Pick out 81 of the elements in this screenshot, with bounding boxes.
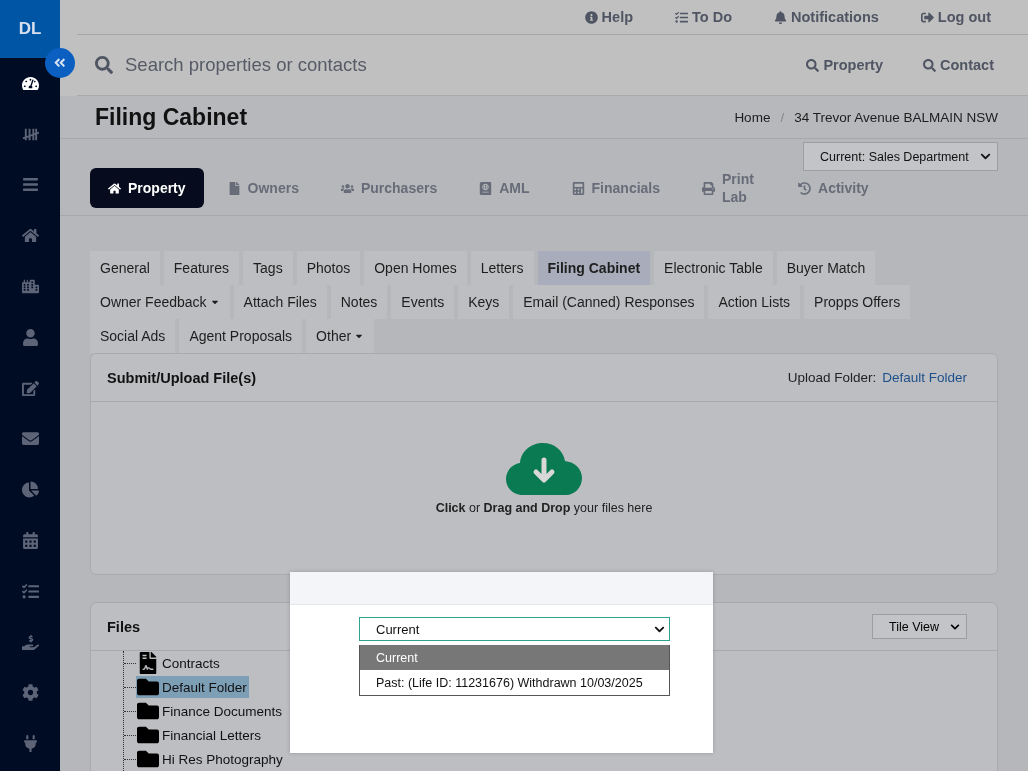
user-initials: DL bbox=[0, 0, 60, 58]
section-tab[interactable]: Propps Offers bbox=[804, 285, 911, 319]
section-tab[interactable]: Open Homes bbox=[364, 251, 467, 285]
settings-icon bbox=[21, 684, 39, 702]
breadcrumb-link[interactable]: Home bbox=[734, 109, 771, 125]
pie-chart-icon bbox=[21, 481, 39, 499]
module-tab[interactable]: Property bbox=[90, 168, 204, 209]
page-title: Filing Cabinet bbox=[95, 103, 248, 131]
folder-tree-item[interactable]: Finance Documents bbox=[136, 700, 285, 722]
life-select[interactable]: Current bbox=[359, 617, 670, 641]
info-icon bbox=[584, 10, 598, 24]
hand-coin-icon bbox=[21, 633, 39, 651]
section-tab[interactable]: Social Ads bbox=[90, 319, 176, 353]
envelope-icon bbox=[21, 430, 39, 448]
top-nav-link[interactable]: Notifications bbox=[774, 9, 879, 25]
folder-icon bbox=[136, 724, 160, 746]
section-tab[interactable]: Filing Cabinet bbox=[537, 251, 651, 285]
panel-title: Submit/Upload File(s) bbox=[107, 369, 257, 386]
section-tab[interactable]: Owner Feedback bbox=[90, 285, 230, 319]
search-icon bbox=[806, 58, 820, 72]
section-tab[interactable]: Email (Canned) Responses bbox=[513, 285, 705, 319]
dropdown-option[interactable]: Current bbox=[360, 645, 669, 670]
section-tab[interactable]: Keys bbox=[458, 285, 510, 319]
section-tab[interactable]: Action Lists bbox=[708, 285, 801, 319]
file-icon bbox=[227, 181, 241, 195]
section-tab[interactable]: Letters bbox=[470, 251, 534, 285]
history-icon bbox=[798, 181, 811, 195]
top-nav-link[interactable]: To Do bbox=[675, 9, 733, 25]
printer-icon bbox=[702, 181, 715, 195]
section-tab[interactable]: General bbox=[90, 251, 160, 285]
panel-title: Files bbox=[107, 618, 141, 635]
view-select[interactable]: Tile View bbox=[872, 614, 967, 639]
department-select[interactable]: Current: Sales Department bbox=[803, 142, 998, 172]
section-tab[interactable]: Attach Files bbox=[233, 285, 327, 319]
double-chevron-left-icon bbox=[53, 56, 67, 70]
gauge-icon bbox=[21, 74, 39, 92]
person-icon bbox=[21, 328, 39, 346]
passport-icon bbox=[479, 181, 493, 195]
top-nav-link[interactable]: Help bbox=[584, 9, 634, 25]
folder-tree-item[interactable]: Contracts bbox=[136, 652, 222, 674]
people-icon bbox=[340, 181, 354, 195]
home-icon bbox=[108, 181, 121, 195]
folder-icon bbox=[136, 700, 160, 722]
bell-icon bbox=[774, 10, 788, 24]
search-icon bbox=[95, 56, 113, 74]
section-tab[interactable]: Features bbox=[163, 251, 240, 285]
section-tab[interactable]: Buyer Match bbox=[776, 251, 876, 285]
checklist-icon bbox=[21, 582, 39, 600]
section-tab[interactable]: Tags bbox=[243, 251, 293, 285]
folder-tree-item[interactable]: Default Folder bbox=[136, 676, 249, 698]
folder-tree-item[interactable]: Hi Res Photography bbox=[136, 748, 285, 770]
search-icon bbox=[923, 58, 936, 72]
folder-icon bbox=[136, 748, 160, 770]
folder-tree-item[interactable]: Financial Letters bbox=[136, 724, 264, 746]
section-tab[interactable]: Notes bbox=[330, 285, 388, 319]
home-icon bbox=[21, 227, 39, 245]
upload-folder-link[interactable]: Default Folder bbox=[882, 370, 967, 385]
edit-icon bbox=[21, 379, 39, 397]
search-type-button[interactable]: Contact bbox=[923, 57, 994, 73]
calendar-icon bbox=[21, 532, 39, 550]
section-tab[interactable]: Electronic Table bbox=[654, 251, 773, 285]
cloud-download-icon bbox=[506, 441, 582, 497]
search-type-button[interactable]: Property bbox=[806, 57, 883, 73]
breadcrumb-link[interactable]: 34 Trevor Avenue BALMAIN NSW bbox=[794, 109, 998, 125]
menu-icon bbox=[21, 176, 39, 194]
search-field[interactable]: Search properties or contacts bbox=[123, 53, 483, 77]
logout-icon bbox=[920, 10, 934, 24]
section-tab[interactable]: Other bbox=[306, 319, 375, 353]
chevron-down-icon bbox=[950, 621, 960, 632]
section-tab[interactable]: Agent Proposals bbox=[179, 319, 303, 353]
checklist-icon bbox=[675, 10, 689, 24]
upload-folder-label: Upload Folder: bbox=[787, 370, 877, 385]
plug-icon bbox=[21, 735, 39, 753]
drop-zone-text: Click or Drag and Drop your files here bbox=[435, 501, 653, 515]
buildings-icon bbox=[21, 278, 39, 296]
top-nav-link[interactable]: Log out bbox=[920, 9, 991, 25]
section-tab[interactable]: Photos bbox=[296, 251, 361, 285]
section-tab[interactable]: Events bbox=[391, 285, 455, 319]
breadcrumb-separator: / bbox=[780, 109, 785, 125]
folder-icon bbox=[136, 676, 160, 698]
calculator-icon bbox=[571, 181, 585, 195]
